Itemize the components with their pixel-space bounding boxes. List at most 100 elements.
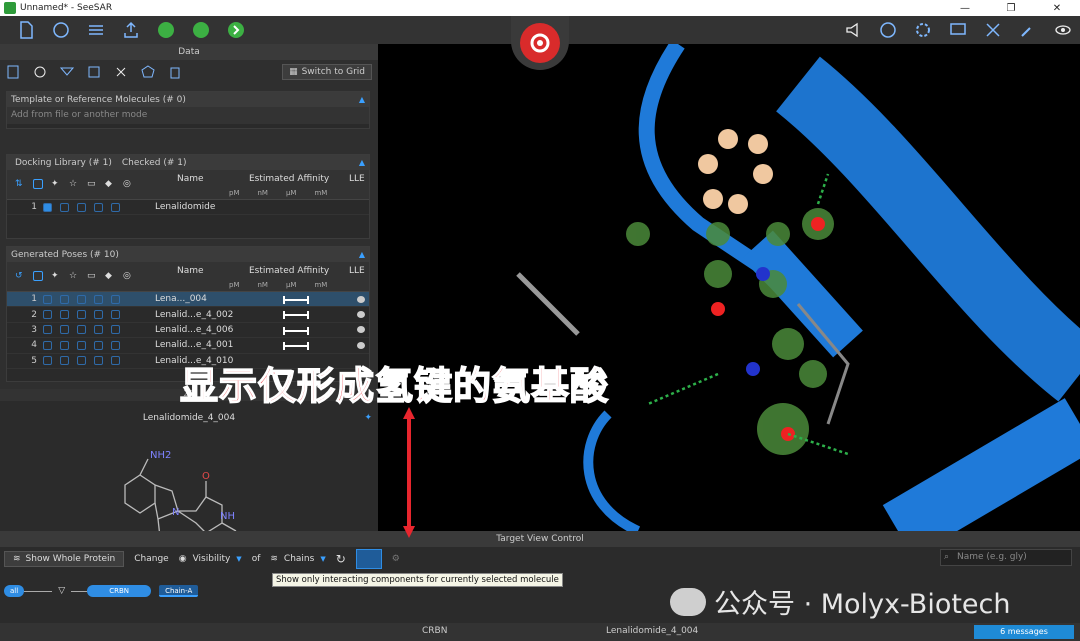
export-icon[interactable] [122,21,140,39]
pentagon-icon[interactable] [141,65,155,79]
table-row[interactable]: 3 Lenalid...e_4_006 [7,323,369,339]
show-whole-protein-button[interactable]: ≋ Show Whole Protein [4,551,125,567]
comment-icon[interactable] [94,202,103,212]
comment-icon[interactable] [94,325,103,335]
table-row[interactable]: 4 Lenalid...e_4_001 [7,338,369,354]
drop-icon[interactable]: ◆ [105,271,115,281]
close-button[interactable]: ✕ [1034,3,1080,14]
checkbox-icon[interactable] [33,271,43,281]
chains-dropdown[interactable]: ≋ Chains ▼ [270,554,325,564]
comment-icon[interactable] [94,356,103,366]
undo-icon[interactable]: ↺ [15,271,25,281]
star-icon[interactable] [60,340,69,350]
star-icon[interactable] [77,325,86,335]
star-icon[interactable]: ☆ [69,179,79,189]
row-checkbox[interactable] [43,356,52,366]
chain-a-pill[interactable]: Chain-A [159,585,199,597]
template-add-field[interactable]: Add from file or another mode [7,107,369,124]
maximize-button[interactable]: ❐ [988,3,1034,14]
collapse-icon[interactable]: ▲ [359,95,365,104]
table-row[interactable]: 2 Lenalid...e_4_002 [7,307,369,323]
show-interacting-button[interactable] [355,549,382,569]
scissors-icon[interactable] [114,65,128,79]
star-icon[interactable] [77,340,86,350]
visibility-dropdown[interactable]: ◉ Visibility ▼ [179,554,242,564]
column-lle[interactable]: LLE [349,266,365,276]
column-name[interactable]: Name [177,174,204,184]
pin-icon[interactable]: ✦ [364,413,372,423]
wrench-icon[interactable] [1019,21,1037,39]
settings-icon[interactable]: ⚙ [392,554,400,564]
row-checkbox[interactable] [43,202,52,212]
star-icon[interactable] [60,202,69,212]
comment-icon[interactable]: ▭ [87,179,97,189]
drop-icon[interactable]: ◆ [105,179,115,189]
sort-icon[interactable]: ⇅ [15,179,25,189]
row-checkbox[interactable] [43,310,52,320]
column-affinity[interactable]: Estimated Affinity [249,174,329,184]
column-affinity[interactable]: Estimated Affinity [249,266,329,276]
save-icon[interactable] [87,65,101,79]
messages-button[interactable]: 6 messages [974,625,1074,639]
star-icon[interactable] [60,356,69,366]
mode-icon[interactable] [52,21,70,39]
residue-name-input[interactable]: ⌕ Name (e.g. gly) [940,549,1072,566]
chain-all-pill[interactable]: all [4,585,25,597]
switch-to-grid-label: Switch to Grid [301,67,365,77]
drop-icon[interactable] [111,202,120,212]
settings-sliders-icon[interactable] [87,21,105,39]
chain-crbn-pill[interactable]: CRBN [87,585,152,597]
minimize-button[interactable]: — [942,3,988,14]
green-b-icon[interactable] [192,21,210,39]
comment-icon[interactable] [94,310,103,320]
green-s-icon[interactable] [157,21,175,39]
pin-icon[interactable]: ✦ [51,179,61,189]
file-icon[interactable] [17,21,35,39]
eye-icon[interactable] [1054,21,1072,39]
load-icon[interactable] [6,65,20,79]
star-icon[interactable] [77,310,86,320]
star-icon[interactable] [77,294,86,304]
row-checkbox[interactable] [43,340,52,350]
gear-icon[interactable] [914,21,932,39]
refresh-icon[interactable]: ↻ [336,552,346,566]
star-icon[interactable] [77,356,86,366]
checkbox-icon[interactable] [33,179,43,189]
drop-icon[interactable] [111,325,120,335]
drop-icon[interactable] [111,356,120,366]
drop-icon[interactable] [111,294,120,304]
star-icon[interactable] [60,294,69,304]
green-arrow-icon[interactable] [227,21,245,39]
star-icon[interactable] [60,325,69,335]
column-lle[interactable]: LLE [349,174,365,184]
row-checkbox[interactable] [43,294,52,304]
table-row[interactable]: 1 Lena..._004 [7,292,369,308]
collapse-icon[interactable]: ▲ [359,158,365,167]
switch-to-grid-button[interactable]: ▦ Switch to Grid [282,64,372,80]
tab-checked[interactable]: Checked (# 1) [117,156,191,169]
comment-icon[interactable] [94,294,103,304]
pin-icon[interactable]: ✦ [51,271,61,281]
tools-icon[interactable] [984,21,1002,39]
announcement-icon[interactable] [844,21,862,39]
monitor-icon[interactable] [949,21,967,39]
3d-viewport[interactable] [378,44,1080,531]
comment-icon[interactable] [94,340,103,350]
star-icon[interactable] [60,310,69,320]
row-checkbox[interactable] [43,325,52,335]
palette-icon[interactable]: ◎ [123,179,133,189]
collapse-icon[interactable]: ▲ [359,250,365,259]
column-name[interactable]: Name [177,266,204,276]
trash-icon[interactable] [168,65,182,79]
filter-icon[interactable] [59,65,75,79]
palette-icon[interactable]: ◎ [123,271,133,281]
drop-icon[interactable] [111,310,120,320]
comment-icon[interactable]: ▭ [87,271,97,281]
tab-docking-library[interactable]: Docking Library (# 1) [11,156,116,169]
drop-icon[interactable] [111,340,120,350]
star-icon[interactable]: ☆ [69,271,79,281]
star-icon[interactable] [77,202,86,212]
table-row[interactable]: 1 Lenalidomide [7,200,369,216]
help-icon[interactable] [879,21,897,39]
circle-icon[interactable] [33,65,47,79]
